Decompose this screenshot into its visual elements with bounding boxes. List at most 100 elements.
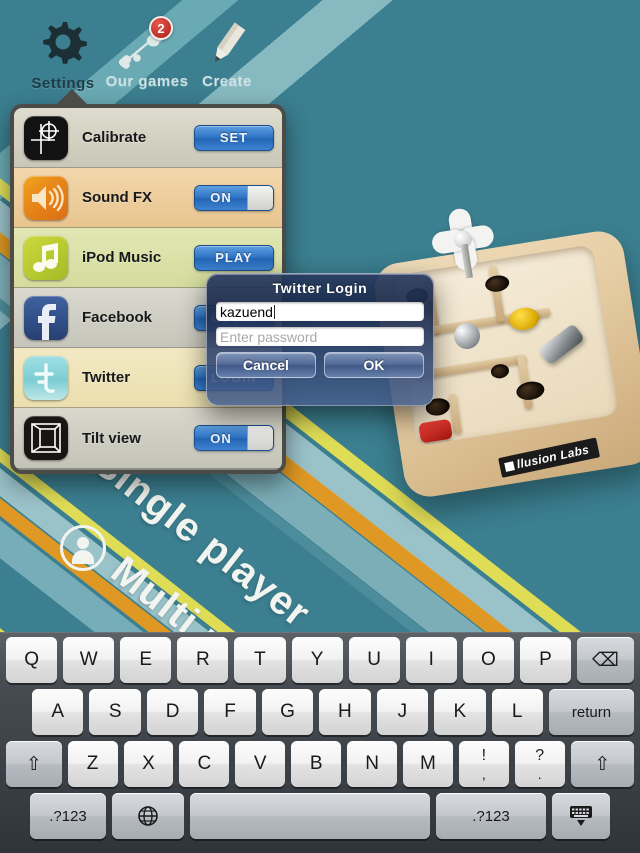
numbers-key-right[interactable]: .?123 — [436, 793, 546, 839]
fan-obstacle — [423, 199, 503, 279]
red-obstacle — [418, 418, 453, 444]
skateboard-icon: 2 — [117, 16, 177, 70]
key-y[interactable]: Y — [291, 637, 343, 683]
key-t[interactable]: T — [234, 637, 286, 683]
keyboard-row-2: A S D F G H J K L return — [3, 689, 637, 735]
keyboard-row-1: Q W E R T Y U I O P ⌫ — [3, 637, 637, 683]
key-e[interactable]: E — [120, 637, 172, 683]
keyboard-row-4: .?123 .?123 — [3, 793, 637, 839]
maze-hole — [515, 379, 546, 402]
settings-row-tilt-view[interactable]: Tilt view ON — [14, 408, 282, 468]
toggle-knob[interactable] — [247, 426, 273, 450]
username-value: kazuend — [220, 303, 273, 320]
return-key[interactable]: return — [548, 689, 634, 735]
facebook-icon — [24, 295, 68, 340]
tilt-view-toggle[interactable]: ON — [194, 425, 274, 451]
shift-icon-right[interactable]: ⇧ — [570, 741, 634, 787]
toggle-on-label: ON — [195, 185, 247, 210]
settings-label-calibrate: Calibrate — [82, 129, 147, 146]
key-z[interactable]: Z — [67, 741, 118, 787]
key-g[interactable]: G — [261, 689, 314, 735]
app-root: Single player Multi player Tutorials — [0, 0, 640, 853]
speaker-icon — [24, 175, 68, 220]
keyboard-row-3: ⇧ Z X C V B N M ! , ? . ⇧ — [3, 741, 637, 787]
key-period-label: . — [537, 765, 542, 782]
globe-glyph — [138, 806, 158, 826]
key-period-question[interactable]: ? . — [514, 741, 565, 787]
key-comma-exclaim[interactable]: ! , — [458, 741, 509, 787]
maze-hole — [484, 273, 511, 294]
maze-wall — [488, 265, 506, 323]
key-w[interactable]: W — [63, 637, 115, 683]
ok-button[interactable]: OK — [324, 352, 424, 378]
numbers-key-left[interactable]: .?123 — [30, 793, 106, 839]
key-comma-label: , — [481, 765, 486, 782]
notification-badge: 2 — [149, 16, 173, 40]
key-v[interactable]: V — [235, 741, 286, 787]
key-exclaim-label: ! — [481, 746, 487, 764]
key-c[interactable]: C — [179, 741, 230, 787]
key-k[interactable]: K — [434, 689, 486, 735]
settings-label-twitter: Twitter — [82, 369, 131, 386]
backspace-icon[interactable]: ⌫ — [576, 637, 634, 683]
top-icon-bar: Settings 2 Our games Create — [0, 0, 640, 96]
key-a[interactable]: A — [32, 689, 84, 735]
sound-fx-toggle[interactable]: ON — [194, 184, 274, 211]
key-b[interactable]: B — [291, 741, 342, 787]
settings-label-tilt-view: Tilt view — [82, 429, 141, 447]
maze-hole — [489, 362, 510, 380]
key-x[interactable]: X — [123, 741, 174, 787]
key-q[interactable]: Q — [6, 637, 58, 683]
single-player-icon[interactable] — [60, 525, 106, 571]
dialog-button-bar: Cancel OK — [216, 352, 424, 378]
twitter-icon — [24, 355, 68, 400]
key-i[interactable]: I — [405, 637, 457, 683]
hide-keyboard-icon[interactable] — [552, 793, 610, 839]
key-l[interactable]: L — [491, 689, 543, 735]
cannon-obstacle — [537, 323, 586, 366]
onscreen-keyboard: Q W E R T Y U I O P ⌫ A S D F G H J K L … — [0, 632, 640, 853]
topbar-item-create[interactable]: Create — [172, 18, 282, 90]
calibrate-set-button[interactable]: SET — [194, 124, 274, 151]
settings-label-ipod-music: iPod Music — [82, 249, 162, 266]
settings-label-facebook: Facebook — [82, 309, 153, 326]
settings-row-sound-fx[interactable]: Sound FX ON — [14, 168, 282, 228]
cancel-button[interactable]: Cancel — [216, 352, 316, 378]
key-s[interactable]: S — [89, 689, 141, 735]
cube-icon — [24, 416, 68, 460]
crosshair-icon — [24, 115, 68, 160]
settings-row-calibrate[interactable]: Calibrate SET — [14, 108, 282, 168]
space-key[interactable] — [190, 793, 430, 839]
key-m[interactable]: M — [403, 741, 453, 787]
pencil-icon — [201, 18, 253, 70]
gear-icon — [36, 18, 90, 72]
key-p[interactable]: P — [519, 637, 571, 683]
panel-pointer-arrow — [55, 89, 89, 106]
shift-icon-left[interactable]: ⇧ — [6, 741, 62, 787]
key-o[interactable]: O — [462, 637, 514, 683]
avatar-torso — [72, 550, 94, 564]
toggle-knob[interactable] — [247, 185, 273, 210]
key-u[interactable]: U — [348, 637, 400, 683]
toggle-on-label: ON — [195, 426, 247, 450]
password-input[interactable]: Enter password — [216, 327, 424, 346]
music-note-icon — [24, 235, 68, 280]
key-question-label: ? — [535, 746, 545, 764]
twitter-login-dialog: Twitter Login kazuend Enter password Can… — [206, 273, 434, 406]
hide-keyboard-glyph — [570, 806, 592, 826]
ipod-play-button[interactable]: PLAY — [194, 244, 274, 271]
text-caret — [273, 304, 275, 319]
dialog-title: Twitter Login — [272, 280, 368, 296]
key-f[interactable]: F — [204, 689, 256, 735]
topbar-label-create: Create — [202, 73, 252, 90]
key-n[interactable]: N — [347, 741, 397, 787]
avatar-head — [77, 537, 89, 549]
key-d[interactable]: D — [146, 689, 199, 735]
username-input[interactable]: kazuend — [216, 302, 424, 321]
key-h[interactable]: H — [319, 689, 371, 735]
settings-label-sound-fx: Sound FX — [82, 189, 152, 206]
password-placeholder: Enter password — [220, 328, 318, 345]
key-j[interactable]: J — [376, 689, 429, 735]
globe-icon[interactable] — [112, 793, 184, 839]
key-r[interactable]: R — [177, 637, 229, 683]
